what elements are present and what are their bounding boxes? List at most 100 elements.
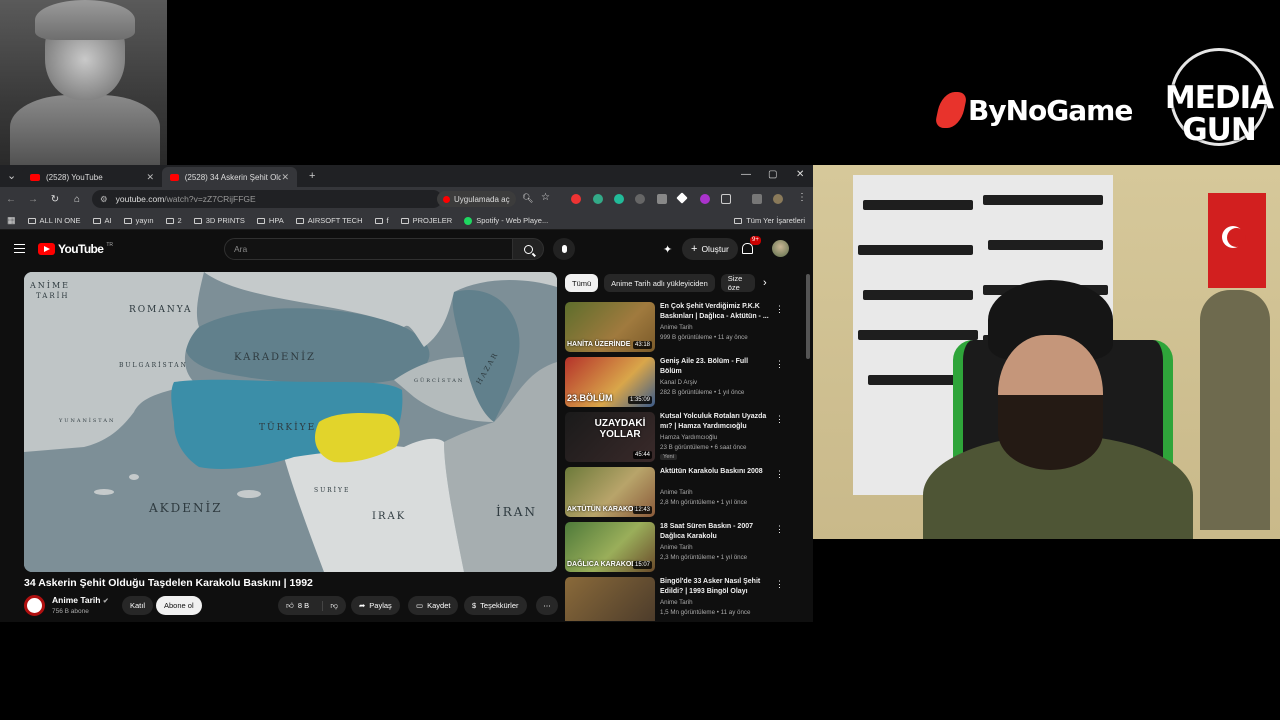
tab-youtube-home[interactable]: (2528) YouTube ✕ [22,167,162,187]
recommendation-item[interactable]: AKTÜTÜN KARAKOL 12:43 Aktütün Karakolu B… [565,467,784,519]
minimize-icon[interactable]: — [741,169,751,180]
recommendation-channel[interactable]: Anime Tarih [660,489,693,496]
bookmark-star-icon[interactable]: ☆ [541,192,550,203]
chip-all[interactable]: Tümü [565,274,599,292]
join-button[interactable]: Katıl [122,596,154,615]
profile-icon[interactable] [773,194,783,204]
more-options-icon[interactable]: ⋮ [775,304,784,315]
bookmark-item[interactable]: 3D PRINTS [193,216,245,225]
sidebar-scrollbar[interactable] [806,274,810,359]
folder-icon [92,217,101,224]
recommendation-channel[interactable]: Anime Tarih [660,544,693,551]
more-options-icon[interactable]: ⋮ [775,579,780,590]
search-button[interactable] [512,238,544,260]
close-tab-icon[interactable]: ✕ [281,172,289,183]
chevron-right-icon[interactable]: › [763,277,767,289]
like-button[interactable]: 👍︎ 8 B 👎︎ [278,596,346,615]
recommendation-channel[interactable]: Kanal D Arşiv [660,379,697,386]
video-thumbnail[interactable]: UZAYDAKİ YOLLAR 45:44 [565,412,655,462]
recommendation-title[interactable]: Aktütün Karakolu Baskını 2008 [660,467,770,477]
bookmark-item[interactable]: ALL IN ONE [27,216,81,225]
open-in-app-button[interactable]: Uygulamada aç [437,191,516,207]
extension-gray-icon[interactable] [635,194,645,204]
recommendation-meta: 999 B görüntüleme • 11 ay önce [660,334,748,341]
url-path: /watch?v=zZ7CRijFFGE [164,194,256,204]
subscribe-button[interactable]: Abone ol [156,596,202,615]
recommendation-channel[interactable]: Anime Tarih [660,324,693,331]
more-options-icon[interactable]: ⋮ [775,524,784,535]
hamburger-menu-icon[interactable] [14,244,25,253]
bookmark-item[interactable]: f [374,216,389,225]
recommendation-title[interactable]: En Çok Şehit Verdiğimiz P.K.K Baskınları… [660,302,770,321]
recommendation-item[interactable]: DAĞLICA KARAKOLU 15:07 18 Saat Süren Bas… [565,522,784,574]
reload-icon[interactable]: ↻ [44,194,66,205]
channel-avatar[interactable] [24,595,45,616]
video-thumbnail[interactable]: DAĞLICA KARAKOLU 15:07 [565,522,655,572]
save-button[interactable]: ▭ Kaydet [408,596,459,615]
recommendation-title[interactable]: 18 Saat Süren Baskın - 2007 Dağlıca Kara… [660,522,770,541]
bookmark-item[interactable]: Spotify - Web Playe... [464,216,548,225]
chip-for-you[interactable]: Size öze [720,274,755,292]
video-thumbnail[interactable]: HANİTA ÜZERİNDE 43:18 [565,302,655,352]
recommendation-channel[interactable]: Hamza Yardımcıoğlu [660,434,717,441]
site-info-icon[interactable]: ⚙ [100,194,108,205]
user-avatar[interactable] [772,240,789,257]
share-button[interactable]: ➦ Paylaş [351,596,400,615]
recommendation-title[interactable]: Bingöl'de 33 Asker Nasıl Şehit Edildi? |… [660,577,770,596]
thanks-button[interactable]: $ Teşekkürler [464,596,527,615]
back-icon[interactable]: ← [0,194,22,205]
tab-search-icon[interactable]: ⌄ [7,169,16,182]
home-icon[interactable]: ⌂ [66,194,88,205]
extensions-puzzle-icon[interactable] [721,194,731,204]
recommendation-meta: 1,5 Mn görüntüleme • 11 ay önce [660,609,751,616]
thumbs-down-icon[interactable]: 👎︎ [322,600,338,611]
chip-from-channel[interactable]: Anime Tarih adlı yükleyiciden [604,274,715,292]
media-control-icon[interactable] [752,194,762,204]
extension-green-icon[interactable] [593,194,603,204]
bookmark-item[interactable]: 2 [165,216,182,225]
all-bookmarks[interactable]: Tüm Yer İşaretleri [734,216,805,225]
close-window-icon[interactable]: ✕ [796,169,804,180]
recommendation-item[interactable]: HANİTA ÜZERİNDE 43:18 En Çok Şehit Verdi… [565,302,784,354]
search-input[interactable]: Ara [224,238,514,260]
video-thumbnail[interactable] [565,577,655,621]
forward-icon[interactable]: → [22,194,44,205]
bookmark-item[interactable]: AIRSOFT TECH [295,216,363,225]
bookmark-item[interactable]: yayın [123,216,154,225]
new-tab-button[interactable]: + [309,170,315,182]
apps-grid-icon[interactable]: ▦ [7,215,16,226]
video-player[interactable]: ANİME TARİH ROMANYA BULGARİSTAN KARADENİ… [24,272,557,572]
recommendation-channel[interactable]: Anime Tarih [660,599,693,606]
extension-diamond-icon[interactable] [676,192,688,204]
extension-grammarly-icon[interactable] [614,194,624,204]
recommendation-item[interactable]: Bingöl'de 33 Asker Nasıl Şehit Edildi? |… [565,577,780,621]
extension-red-icon[interactable] [571,194,581,204]
more-actions-icon[interactable]: ⋯ [536,596,558,615]
sparkle-icon[interactable]: ✦ [663,243,672,256]
maximize-icon[interactable]: ▢ [768,169,777,180]
more-options-icon[interactable]: ⋮ [775,469,784,480]
address-bar[interactable]: ⚙ youtube.com /watch?v=zZ7CRijFFGE [92,190,442,208]
extension-purple-icon[interactable] [700,194,710,204]
more-options-icon[interactable]: ⋮ [775,359,784,370]
close-tab-icon[interactable]: ✕ [146,172,154,183]
more-options-icon[interactable]: ⋮ [775,414,784,425]
save-icon: ▭ [416,601,424,610]
voice-search-button[interactable] [553,238,575,260]
bookmark-item[interactable]: HPA [256,216,284,225]
browser-menu-icon[interactable]: ⋮ [797,192,807,203]
channel-name[interactable]: Anime Tarih ✔ [52,595,109,605]
zoom-icon[interactable]: 🔍︎ [522,193,533,204]
bookmark-item[interactable]: AI [92,216,112,225]
recommendation-title[interactable]: Geniş Aile 23. Bölüm - Full Bölüm [660,357,770,376]
video-thumbnail[interactable]: 23.BÖLÜM 1:35:09 [565,357,655,407]
extension-shield-icon[interactable] [657,194,667,204]
recommendation-item[interactable]: UZAYDAKİ YOLLAR 45:44 Kutsal Yolculuk Ro… [565,412,784,464]
youtube-logo[interactable]: YouTube TR [38,242,113,256]
tab-current-video[interactable]: (2528) 34 Askerin Şehit Olduğu ✕ [162,167,297,187]
create-button[interactable]: + Oluştur [682,238,738,260]
recommendation-title[interactable]: Kutsal Yolculuk Rotaları Uyazda mı? | Ha… [660,412,770,431]
video-thumbnail[interactable]: AKTÜTÜN KARAKOL 12:43 [565,467,655,517]
recommendation-item[interactable]: 23.BÖLÜM 1:35:09 Geniş Aile 23. Bölüm - … [565,357,784,409]
bookmark-item[interactable]: PROJELER [400,216,452,225]
